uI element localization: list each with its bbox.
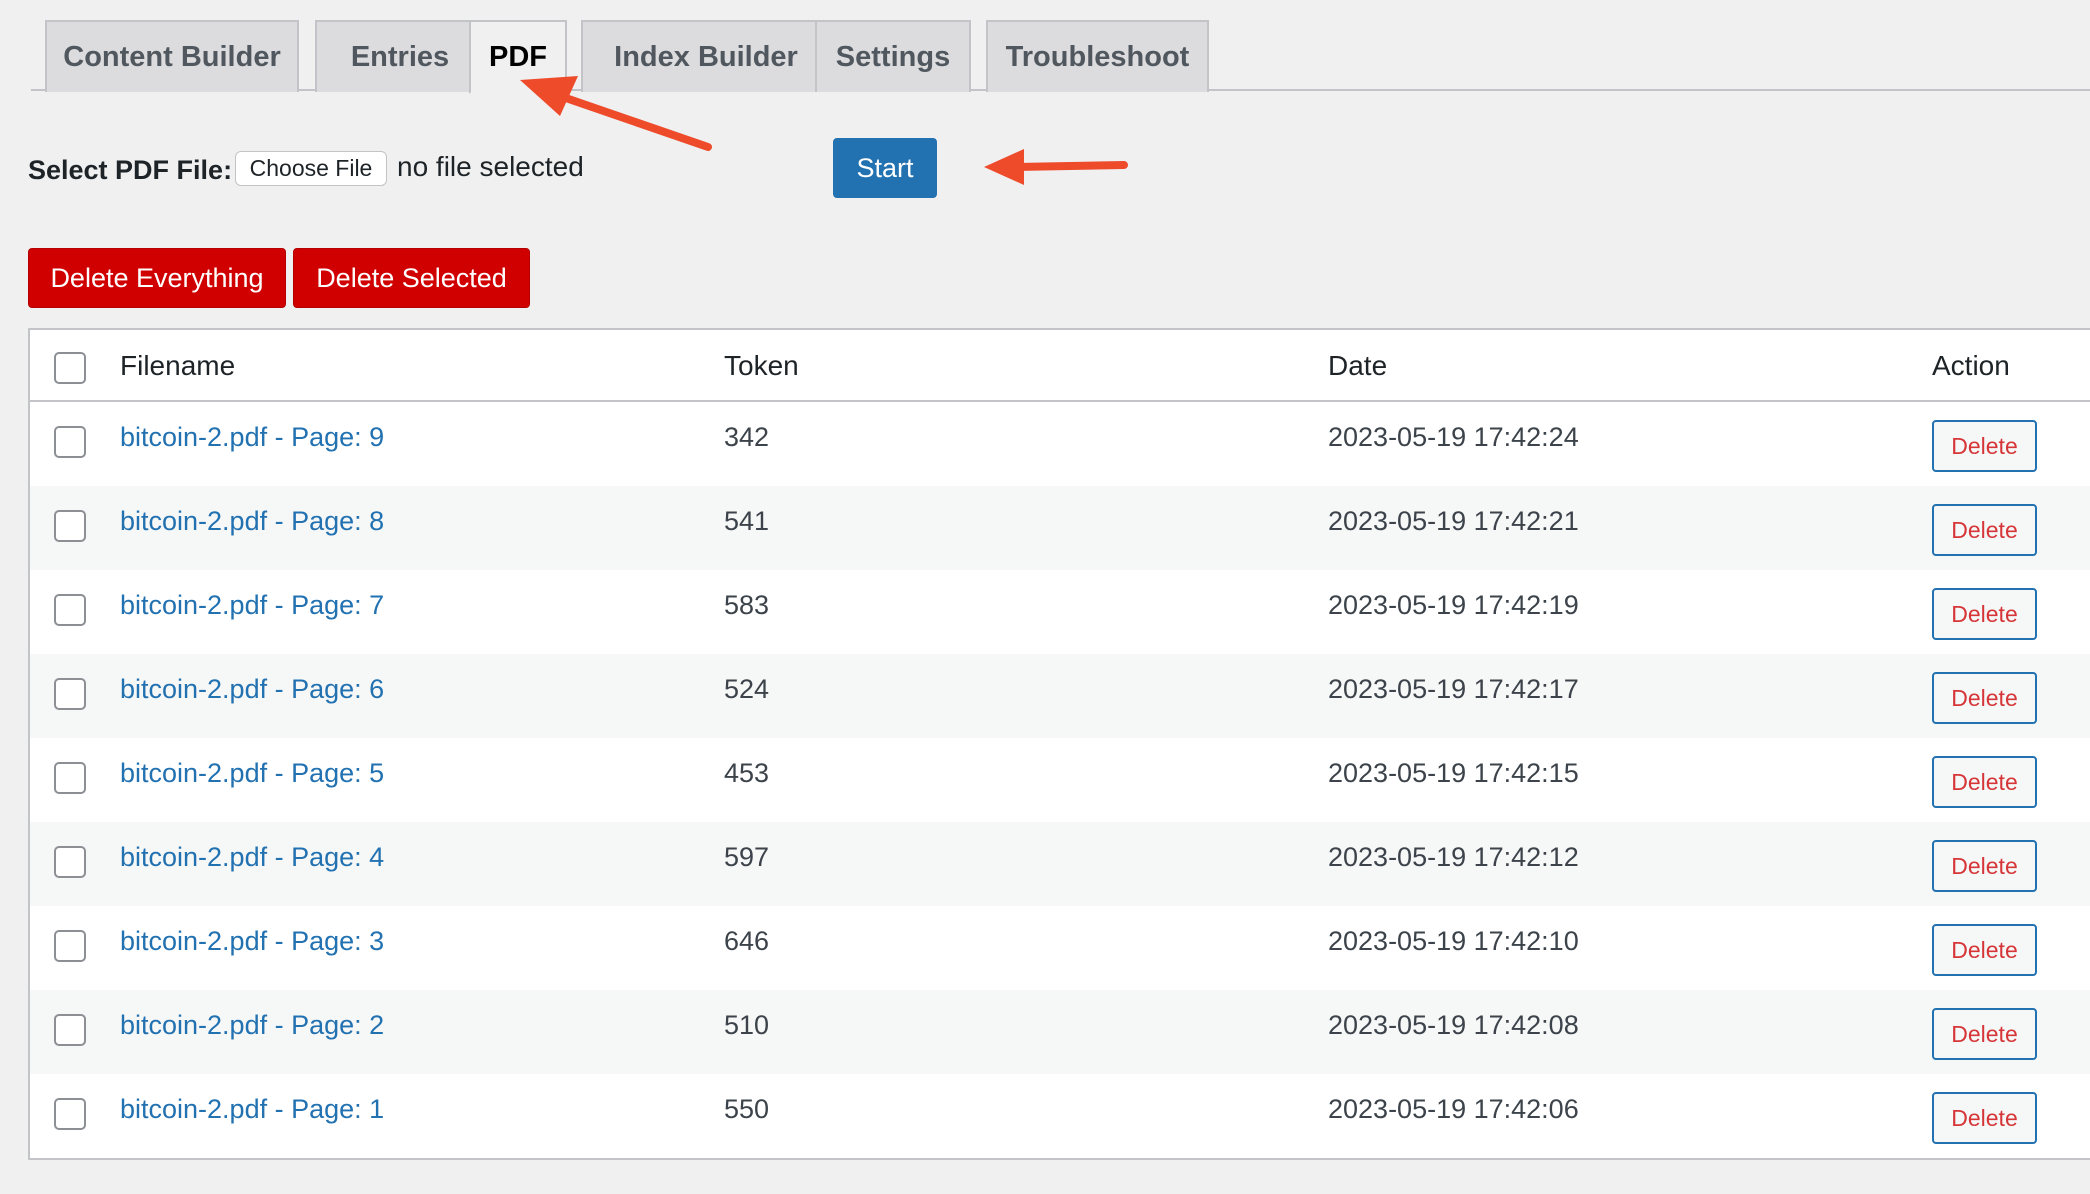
token-cell: 342: [724, 422, 770, 452]
filename-link[interactable]: bitcoin-2.pdf - Page: 1: [120, 1094, 384, 1125]
tab-pdf[interactable]: PDF: [469, 20, 567, 94]
filename-link[interactable]: bitcoin-2.pdf - Page: 5: [120, 758, 384, 789]
table-row: bitcoin-2.pdf - Page: 4 597 2023-05-19 17:…: [30, 822, 2090, 906]
arrow-icon: [984, 149, 1128, 185]
file-status-text: no file selected: [397, 151, 584, 182]
table-row: bitcoin-2.pdf - Page: 1 550 2023-05-19 17:…: [30, 1074, 2090, 1158]
filename-link[interactable]: bitcoin-2.pdf - Page: 2: [120, 1010, 384, 1041]
column-header-filename: Filename: [120, 350, 236, 381]
token-cell: 646: [724, 926, 770, 956]
table-row: bitcoin-2.pdf - Page: 8 541 2023-05-19 17:…: [30, 486, 2090, 570]
column-header-date: Date: [1328, 350, 1388, 381]
filename-link[interactable]: bitcoin-2.pdf - Page: 8: [120, 506, 384, 537]
token-cell: 541: [724, 506, 770, 536]
table-row: bitcoin-2.pdf - Page: 7 583 2023-05-19 17:…: [30, 570, 2090, 654]
row-delete-button[interactable]: Delete: [1932, 420, 2037, 472]
tab-settings[interactable]: Settings: [815, 20, 971, 92]
row-delete-button[interactable]: Delete: [1932, 672, 2037, 724]
row-delete-button[interactable]: Delete: [1932, 924, 2037, 976]
table-row: bitcoin-2.pdf - Page: 3 646 2023-05-19 17:…: [30, 906, 2090, 990]
select-all-checkbox[interactable]: [54, 352, 86, 384]
row-delete-button[interactable]: Delete: [1932, 840, 2037, 892]
row-delete-button[interactable]: Delete: [1932, 756, 2037, 808]
date-cell: 2023-05-19 17:42:10: [1328, 926, 1579, 956]
pdf-entries-table: Filename Token Date Action bitcoin-2.pdf…: [28, 328, 2090, 1160]
row-delete-button[interactable]: Delete: [1932, 1092, 2037, 1144]
row-delete-button[interactable]: Delete: [1932, 588, 2037, 640]
row-checkbox[interactable]: [54, 510, 86, 542]
token-cell: 597: [724, 842, 770, 872]
table-row: bitcoin-2.pdf - Page: 2 510 2023-05-19 17:…: [30, 990, 2090, 1074]
token-cell: 524: [724, 674, 770, 704]
filename-link[interactable]: bitcoin-2.pdf - Page: 7: [120, 590, 384, 621]
table-header: Filename Token Date Action: [30, 330, 2090, 402]
tab-content-builder[interactable]: Content Builder: [45, 20, 299, 92]
row-checkbox[interactable]: [54, 426, 86, 458]
row-delete-button[interactable]: Delete: [1932, 1008, 2037, 1060]
date-cell: 2023-05-19 17:42:19: [1328, 590, 1579, 620]
choose-file-button[interactable]: Choose File: [235, 151, 387, 186]
tab-entries[interactable]: Entries: [315, 20, 485, 92]
row-checkbox[interactable]: [54, 678, 86, 710]
delete-everything-button[interactable]: Delete Everything: [28, 248, 286, 308]
table-row: bitcoin-2.pdf - Page: 9 342 2023-05-19 17:…: [30, 402, 2090, 486]
token-cell: 510: [724, 1010, 770, 1040]
column-header-action: Action: [1932, 350, 2010, 381]
delete-selected-button[interactable]: Delete Selected: [293, 248, 530, 308]
row-checkbox[interactable]: [54, 846, 86, 878]
row-checkbox[interactable]: [54, 762, 86, 794]
token-cell: 550: [724, 1094, 770, 1124]
date-cell: 2023-05-19 17:42:17: [1328, 674, 1579, 704]
row-checkbox[interactable]: [54, 930, 86, 962]
table-row: bitcoin-2.pdf - Page: 6 524 2023-05-19 17:…: [30, 654, 2090, 738]
filename-link[interactable]: bitcoin-2.pdf - Page: 9: [120, 422, 384, 453]
start-button[interactable]: Start: [833, 138, 937, 198]
token-cell: 583: [724, 590, 770, 620]
date-cell: 2023-05-19 17:42:06: [1328, 1094, 1579, 1124]
date-cell: 2023-05-19 17:42:21: [1328, 506, 1579, 536]
select-pdf-label: Select PDF File:: [28, 155, 233, 185]
row-checkbox[interactable]: [54, 1098, 86, 1130]
date-cell: 2023-05-19 17:42:24: [1328, 422, 1579, 452]
table-row: bitcoin-2.pdf - Page: 5 453 2023-05-19 17:…: [30, 738, 2090, 822]
tab-troubleshoot[interactable]: Troubleshoot: [986, 20, 1209, 92]
row-checkbox[interactable]: [54, 1014, 86, 1046]
row-checkbox[interactable]: [54, 594, 86, 626]
date-cell: 2023-05-19 17:42:15: [1328, 758, 1579, 788]
date-cell: 2023-05-19 17:42:12: [1328, 842, 1579, 872]
filename-link[interactable]: bitcoin-2.pdf - Page: 6: [120, 674, 384, 705]
token-cell: 453: [724, 758, 770, 788]
filename-link[interactable]: bitcoin-2.pdf - Page: 3: [120, 926, 384, 957]
filename-link[interactable]: bitcoin-2.pdf - Page: 4: [120, 842, 384, 873]
date-cell: 2023-05-19 17:42:08: [1328, 1010, 1579, 1040]
column-header-token: Token: [724, 350, 799, 381]
tab-index-builder[interactable]: Index Builder: [581, 20, 831, 92]
tab-bar: Content Builder Entries PDF Index Builde…: [31, 0, 2090, 94]
row-delete-button[interactable]: Delete: [1932, 504, 2037, 556]
